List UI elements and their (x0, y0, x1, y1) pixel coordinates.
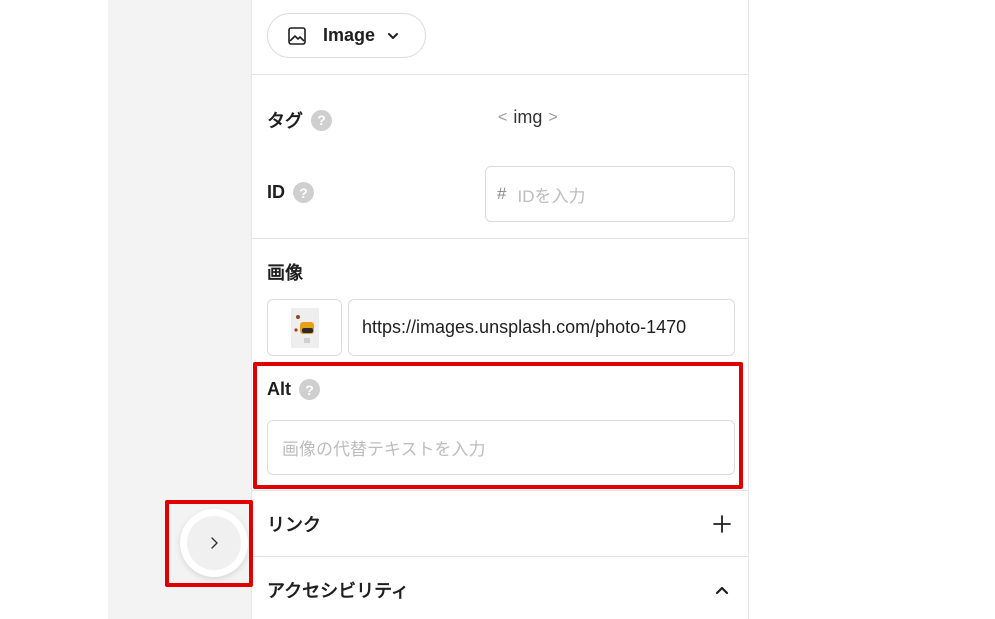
alt-label: Alt (267, 379, 291, 399)
expand-button-inner (187, 516, 241, 570)
image-url-value: https://images.unsplash.com/photo-1470 (362, 317, 687, 337)
id-input[interactable]: # IDを入力 (485, 166, 735, 222)
tag-close-bracket: > (548, 108, 558, 126)
divider (252, 238, 748, 239)
tag-name: img (513, 107, 543, 127)
image-label: 画像 (267, 263, 303, 283)
link-section-label: リンク (267, 515, 321, 535)
hash-icon: # (497, 184, 507, 203)
divider (252, 74, 748, 75)
tag-label: タグ (267, 111, 303, 131)
divider (252, 556, 748, 557)
id-field-label: ID ? (267, 182, 314, 203)
alt-field-label: Alt ? (267, 379, 320, 400)
id-label: ID (267, 182, 285, 202)
plus-icon[interactable] (712, 514, 732, 534)
help-icon[interactable]: ? (293, 182, 314, 203)
link-section[interactable]: リンク (267, 508, 732, 540)
divider (252, 490, 748, 491)
tag-value: < img > (498, 107, 558, 128)
element-type-label: Image (323, 25, 376, 45)
tag-open-bracket: < (498, 108, 508, 126)
expand-panel-button[interactable] (180, 509, 248, 577)
help-icon[interactable]: ? (311, 109, 332, 131)
image-icon (288, 26, 306, 45)
image-thumbnail[interactable] (267, 299, 342, 356)
help-icon[interactable]: ? (299, 379, 320, 400)
accessibility-section-label: アクセシビリティ (267, 581, 410, 601)
tag-field-label: タグ ? (267, 107, 332, 133)
id-placeholder: IDを入力 (517, 186, 586, 206)
chevron-right-icon (211, 537, 218, 549)
properties-panel: Image タグ ? < img > ID ? # IDを入力 画像 https… (251, 0, 749, 619)
chevron-down-icon (388, 32, 399, 39)
image-url-input[interactable]: https://images.unsplash.com/photo-1470 (348, 299, 735, 356)
element-type-dropdown[interactable]: Image (267, 13, 426, 58)
image-preview-icon (290, 307, 319, 348)
accessibility-section[interactable]: アクセシビリティ (267, 574, 732, 606)
image-field-label: 画像 (267, 259, 303, 285)
alt-text-input[interactable]: 画像の代替テキストを入力 (267, 420, 735, 475)
chevron-up-icon[interactable] (712, 580, 732, 600)
alt-placeholder: 画像の代替テキストを入力 (282, 440, 486, 459)
